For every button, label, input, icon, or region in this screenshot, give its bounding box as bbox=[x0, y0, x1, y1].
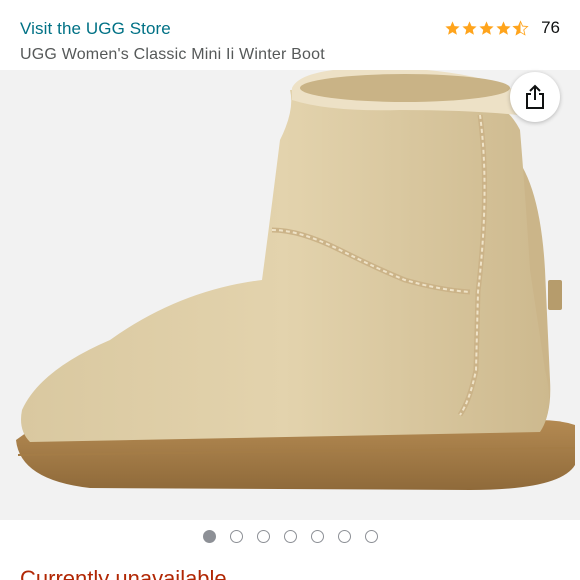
boot-image bbox=[16, 70, 576, 490]
star-full-icon bbox=[479, 20, 494, 35]
share-icon bbox=[526, 84, 544, 109]
star-full-icon bbox=[462, 20, 477, 35]
star-half-icon bbox=[512, 19, 529, 36]
availability-status: Currently unavailable bbox=[20, 566, 227, 580]
carousel-dot[interactable] bbox=[229, 530, 243, 543]
carousel-dot[interactable] bbox=[202, 530, 216, 543]
carousel-dot[interactable] bbox=[256, 530, 270, 543]
rating[interactable]: 76 bbox=[444, 18, 560, 38]
product-title: UGG Women's Classic Mini Ii Winter Boot bbox=[20, 46, 325, 63]
carousel-dot[interactable] bbox=[310, 530, 324, 543]
carousel-dot[interactable] bbox=[337, 530, 351, 543]
rating-count[interactable]: 76 bbox=[541, 18, 560, 38]
carousel-dot[interactable] bbox=[283, 530, 297, 543]
store-link[interactable]: Visit the UGG Store bbox=[20, 19, 171, 39]
star-full-icon bbox=[445, 20, 460, 35]
image-carousel-dots bbox=[0, 530, 580, 543]
star-full-icon bbox=[496, 20, 511, 35]
star-rating bbox=[444, 19, 529, 37]
carousel-dot[interactable] bbox=[364, 530, 378, 543]
share-button[interactable] bbox=[510, 72, 560, 122]
